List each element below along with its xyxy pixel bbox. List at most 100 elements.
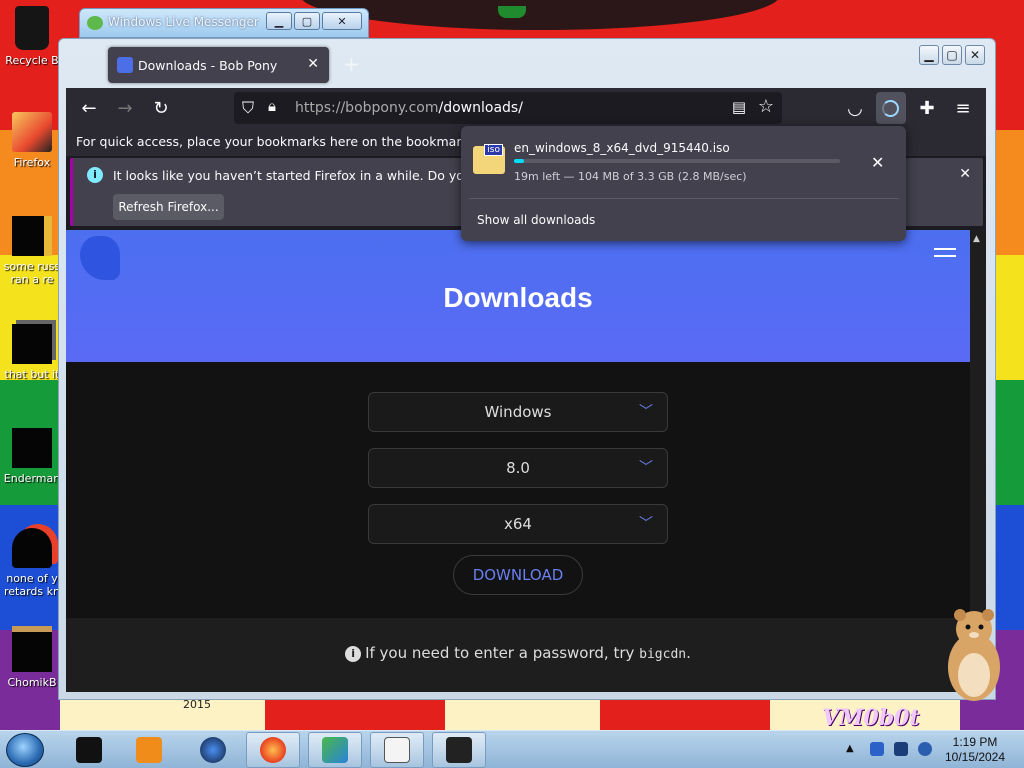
desktop-icon-some-russ[interactable]: some russ ran a re xyxy=(0,216,64,286)
minimize-button[interactable]: ▁ xyxy=(266,12,292,30)
taskbar: ▲ 1:19 PM 10/15/2024 xyxy=(0,730,1024,768)
menu-icon[interactable]: ≡ xyxy=(950,96,976,120)
download-button[interactable]: DOWNLOAD xyxy=(453,555,583,595)
close-button[interactable]: ✕ xyxy=(965,45,985,65)
download-filename[interactable]: en_windows_8_x64_dvd_915440.iso xyxy=(514,141,730,155)
bookmark-star-icon[interactable]: ☆ xyxy=(758,96,774,117)
maximize-button[interactable]: ▢ xyxy=(294,12,320,30)
reader-view-icon[interactable]: ▤ xyxy=(732,98,746,116)
taskbar-item-media-player[interactable] xyxy=(122,732,176,768)
version-select[interactable]: 8.0 ﹀ xyxy=(368,448,668,488)
network-icon[interactable] xyxy=(894,742,908,756)
app-icon xyxy=(12,428,52,468)
desktop-icon-label: that but it xyxy=(4,368,60,381)
url-text[interactable]: https://bobpony.com/downloads/ xyxy=(295,100,523,116)
url-host: https://bobpony.com xyxy=(295,100,439,116)
messenger-window[interactable]: Windows Live Messenger ▁ ▢ ✕ xyxy=(79,8,369,38)
chevron-down-icon: ﹀ xyxy=(639,404,653,420)
desktop-icon-label: some russ xyxy=(3,260,61,273)
show-hidden-icons-icon[interactable]: ▲ xyxy=(846,743,854,754)
os-select-value: Windows xyxy=(484,403,552,421)
taskbar-item-firefox[interactable] xyxy=(246,732,300,768)
messenger-window-buttons: ▁ ▢ ✕ xyxy=(266,12,362,30)
cancel-download-icon[interactable]: ✕ xyxy=(871,153,884,172)
os-select[interactable]: Windows ﹀ xyxy=(368,392,668,432)
password-code: bigcdn xyxy=(639,647,687,662)
url-bar[interactable]: ⛉ 🔒︎ https://bobpony.com/downloads/ ▤ ☆ xyxy=(234,92,782,124)
reload-icon[interactable]: ↻ xyxy=(148,96,174,120)
desktop-icon-label-line2: ran a re xyxy=(10,273,54,286)
messenger-icon xyxy=(322,737,348,763)
taskbar-item-window[interactable] xyxy=(432,732,486,768)
nav-toolbar: ← → ↻ ⛉ 🔒︎ https://bobpony.com/downloads… xyxy=(66,88,986,128)
info-icon: i xyxy=(345,646,362,662)
taskbar-item-solitaire[interactable] xyxy=(370,732,424,768)
architecture-select-value: x64 xyxy=(504,515,532,533)
download-status: 19m left — 104 MB of 3.3 GB (2.8 MB/sec) xyxy=(514,170,747,183)
back-icon[interactable]: ← xyxy=(76,96,102,120)
firefox-icon xyxy=(260,737,286,763)
hamster-app-icon xyxy=(12,632,52,672)
firefox-window-buttons: ▁ ▢ ✕ xyxy=(919,45,985,65)
clock-time: 1:19 PM xyxy=(952,735,998,749)
architecture-select[interactable]: x64 ﹀ xyxy=(368,504,668,544)
bobpony-logo-icon[interactable] xyxy=(80,236,120,280)
tab-close-icon[interactable]: ✕ xyxy=(307,56,319,72)
clock[interactable]: 1:19 PM 10/15/2024 xyxy=(940,735,1010,765)
web-page: Downloads Windows ﹀ 8.0 ﹀ x64 ﹀ DOWNLOAD… xyxy=(66,230,970,692)
scroll-up-icon[interactable]: ▲ xyxy=(973,234,980,244)
desktop-icon-recycle-bin[interactable]: Recycle B xyxy=(0,6,64,67)
close-button[interactable]: ✕ xyxy=(322,12,362,30)
downloads-button[interactable] xyxy=(876,92,906,124)
url-path: /downloads/ xyxy=(438,100,523,116)
desktop-icon-label: none of y xyxy=(6,572,58,585)
desktop-icon-enderman[interactable]: Enderman xyxy=(0,428,64,485)
document-icon xyxy=(12,216,52,256)
bookmarks-hint: For quick access, place your bookmarks h… xyxy=(76,134,527,149)
desktop-icon-firefox[interactable]: Firefox xyxy=(0,112,64,169)
info-icon: i xyxy=(87,167,103,183)
show-all-downloads-button[interactable]: Show all downloads xyxy=(477,213,595,227)
tray-app-icon[interactable] xyxy=(870,742,884,756)
messenger-icon xyxy=(87,16,103,30)
taskbar-item-explorer[interactable] xyxy=(62,732,116,768)
extensions-icon[interactable]: ✚ xyxy=(914,96,940,120)
download-progress-bar xyxy=(514,159,840,163)
desktop-icon-none-of-y[interactable]: none of y retards kn xyxy=(0,528,64,598)
notice-close-icon[interactable]: ✕ xyxy=(959,166,971,182)
forward-icon[interactable]: → xyxy=(112,96,138,120)
media-player-icon xyxy=(136,737,162,763)
panel-separator xyxy=(469,198,899,199)
new-tab-icon[interactable]: + xyxy=(343,52,360,76)
wallpaper-top-art-green xyxy=(498,6,526,18)
pocket-icon[interactable]: ◡ xyxy=(842,96,868,120)
lock-icon[interactable]: 🔒︎ xyxy=(268,97,276,115)
start-button[interactable] xyxy=(6,733,44,767)
page-footer: i If you need to enter a password, try bi… xyxy=(66,618,970,692)
tab-downloads[interactable]: Downloads - Bob Pony ✕ xyxy=(108,47,329,83)
password-hint-end: . xyxy=(686,644,691,662)
cards-icon xyxy=(384,737,410,763)
desktop-icon-that-but-it[interactable]: that but it xyxy=(0,324,64,381)
desktop-icon-label: Firefox xyxy=(13,156,51,169)
recycle-bin-icon xyxy=(15,6,49,50)
tracking-shield-icon[interactable]: ⛉ xyxy=(242,98,254,118)
messenger-title: Windows Live Messenger xyxy=(108,15,259,29)
downloads-panel: iso en_windows_8_x64_dvd_915440.iso 19m … xyxy=(461,126,906,241)
hamburger-menu-icon[interactable] xyxy=(934,248,956,262)
wallpaper-text: VM0b0t xyxy=(822,705,920,730)
taskbar-item-browser[interactable] xyxy=(186,732,240,768)
minimize-button[interactable]: ▁ xyxy=(919,45,939,65)
wallpaper-art-red xyxy=(265,700,445,730)
volume-icon[interactable] xyxy=(918,742,932,756)
taskbar-item-messenger[interactable] xyxy=(308,732,362,768)
globe-icon xyxy=(200,737,226,763)
download-progress-fill xyxy=(514,159,524,163)
refresh-firefox-button[interactable]: Refresh Firefox... xyxy=(113,194,224,220)
maximize-button[interactable]: ▢ xyxy=(942,45,962,65)
desktop-icon-chomikb[interactable]: ChomikB xyxy=(0,632,64,689)
clock-date: 10/15/2024 xyxy=(944,750,1006,764)
download-progress-icon xyxy=(882,100,899,117)
desktop-icon-label-line2: retards kn xyxy=(4,585,60,598)
app-icon xyxy=(12,528,52,568)
